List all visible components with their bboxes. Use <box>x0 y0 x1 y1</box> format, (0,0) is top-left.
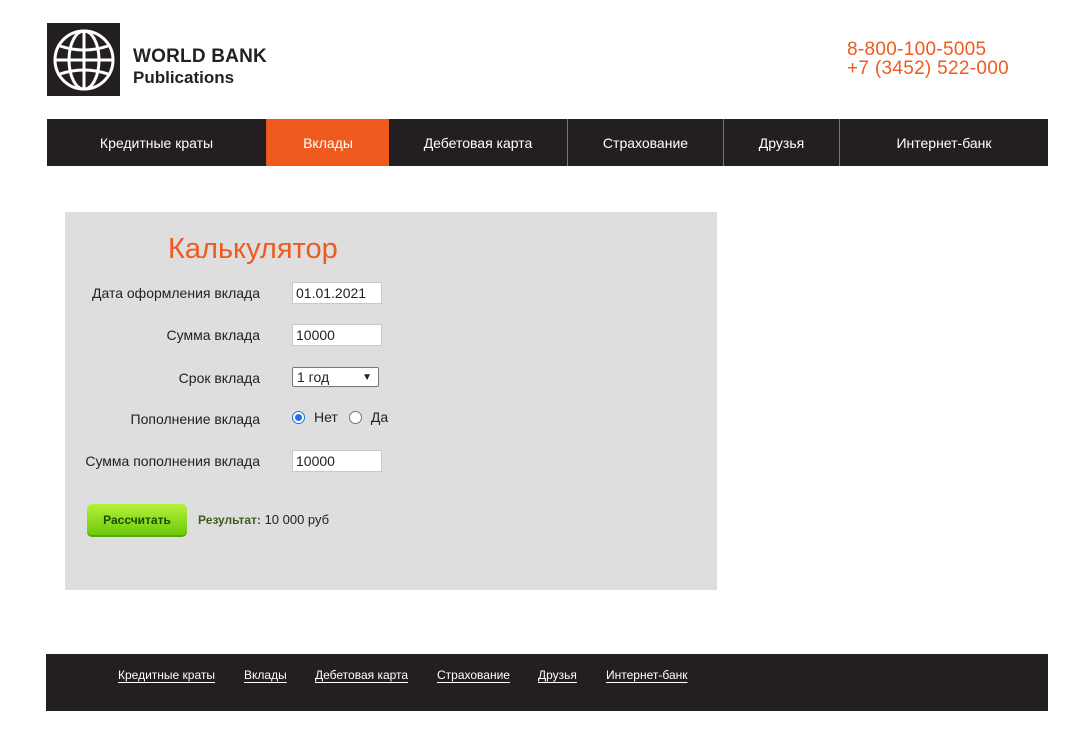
brand-line-2: Publications <box>133 68 235 87</box>
topup-amount-input[interactable] <box>292 450 382 472</box>
calculate-button[interactable]: Рассчитать <box>87 504 187 537</box>
phone-numbers: 8-800-100-5005 +7 (3452) 522-000 <box>847 40 1009 78</box>
term-selected-value: 1 год <box>297 369 330 385</box>
nav-item-debit-card[interactable]: Дебетовая карта <box>389 119 568 166</box>
footer: Кредитные краты Вклады Дебетовая карта С… <box>46 654 1048 711</box>
footer-link-friends[interactable]: Друзья <box>538 668 577 682</box>
topup-row: Пополнение вклада Нет Да <box>65 408 717 430</box>
topup-yes-label: Да <box>370 409 389 425</box>
footer-link-deposits[interactable]: Вклады <box>244 668 287 682</box>
date-row: Дата оформления вклада <box>65 282 717 304</box>
nav-item-deposits[interactable]: Вклады <box>267 119 389 166</box>
result: Результат: 10 000 руб <box>198 512 329 527</box>
topup-label: Пополнение вклада <box>130 411 260 427</box>
topup-yes-radio[interactable] <box>348 410 362 424</box>
topup-radio-group: Нет Да <box>292 409 388 425</box>
date-input[interactable] <box>292 282 382 304</box>
topup-no-label: Нет <box>314 409 338 425</box>
topup-amount-row: Сумма пополнения вклада <box>65 450 717 472</box>
brand-name: WORLD BANK Publications <box>133 46 267 88</box>
result-value: 10 000 руб <box>264 512 330 527</box>
topup-amount-label: Сумма пополнения вклада <box>85 453 260 469</box>
term-select[interactable]: 1 год ▼ <box>292 367 379 387</box>
nav-item-credit-cards[interactable]: Кредитные краты <box>47 119 267 166</box>
brand-line-1: WORLD BANK <box>133 46 267 67</box>
term-label: Срок вклада <box>178 370 260 386</box>
chevron-down-icon: ▼ <box>362 371 372 383</box>
topup-no-radio[interactable] <box>292 410 305 424</box>
phone-number[interactable]: +7 (3452) 522-000 <box>847 59 1009 78</box>
footer-link-debit-card[interactable]: Дебетовая карта <box>315 668 408 682</box>
amount-label: Сумма вклада <box>166 327 260 343</box>
calculator-title: Калькулятор <box>168 233 338 265</box>
footer-link-insurance[interactable]: Страхование <box>437 668 510 682</box>
amount-row: Сумма вклада <box>65 324 717 346</box>
nav-item-internet-bank[interactable]: Интернет-банк <box>840 119 1048 166</box>
globe-icon <box>53 29 114 90</box>
amount-input[interactable] <box>292 324 382 346</box>
result-label: Результат: <box>198 513 261 527</box>
nav-item-insurance[interactable]: Страхование <box>568 119 724 166</box>
footer-link-credit-cards[interactable]: Кредитные краты <box>118 668 215 682</box>
footer-link-internet-bank[interactable]: Интернет-банк <box>606 668 688 682</box>
nav-item-friends[interactable]: Друзья <box>724 119 840 166</box>
logo[interactable] <box>47 23 120 96</box>
main-nav: Кредитные краты Вклады Дебетовая карта С… <box>47 119 1048 166</box>
deposit-calculator: Калькулятор Дата оформления вклада Сумма… <box>65 212 717 590</box>
phone-number[interactable]: 8-800-100-5005 <box>847 40 1009 59</box>
date-label: Дата оформления вклада <box>92 285 260 301</box>
term-row: Срок вклада 1 год ▼ <box>65 367 717 389</box>
